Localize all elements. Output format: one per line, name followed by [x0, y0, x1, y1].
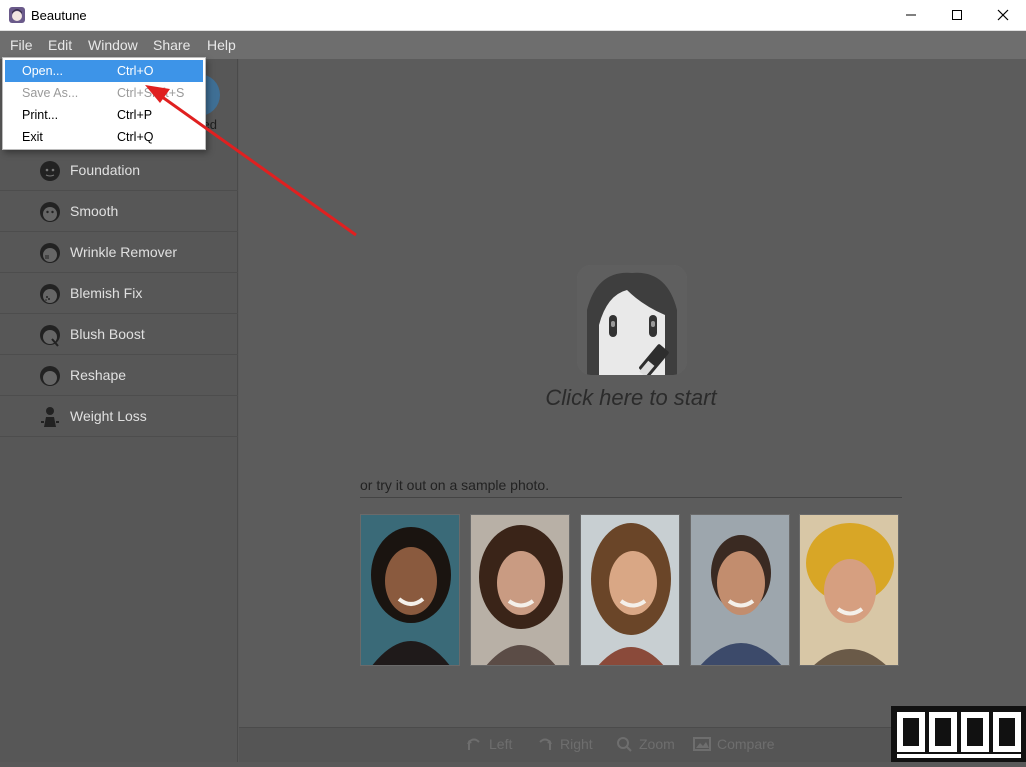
rotate-left-icon: [467, 738, 480, 750]
tool-label: Smooth: [70, 203, 119, 219]
tool-blemish-fix[interactable]: Blemish Fix: [0, 274, 238, 314]
compare-label: Compare: [717, 736, 775, 752]
tool-wrinkle-remover[interactable]: Wrinkle Remover: [0, 233, 238, 273]
menu-item-label: Exit: [22, 130, 43, 144]
tool-label: Weight Loss: [70, 408, 147, 424]
sample-photo-3[interactable]: [580, 514, 680, 666]
rotate-right-label: Right: [560, 736, 593, 752]
maximize-icon: [952, 10, 962, 20]
tool-label: Reshape: [70, 367, 127, 383]
sample-photo-1[interactable]: [360, 514, 460, 666]
tool-label: Wrinkle Remover: [70, 244, 178, 260]
menu-item-label: Save As...: [22, 86, 79, 100]
menu-file[interactable]: File: [10, 37, 33, 53]
menu-item-print[interactable]: Print... Ctrl+P: [5, 104, 203, 126]
close-icon: [997, 9, 1009, 21]
menu-item-exit[interactable]: Exit Ctrl+Q: [5, 126, 203, 148]
tool-reshape[interactable]: Reshape: [0, 356, 238, 396]
rotate-left-button[interactable]: Left: [465, 736, 512, 752]
menu-share[interactable]: Share: [153, 37, 190, 53]
zoom-label: Zoom: [639, 736, 675, 752]
compare-icon: [693, 737, 711, 751]
sample-photo-5[interactable]: [799, 514, 899, 666]
tool-label: Blush Boost: [70, 326, 145, 342]
beautune-face-icon: [577, 265, 687, 375]
window-title: Beautune: [31, 8, 87, 23]
file-dropdown-menu: Open... Ctrl+O Save As... Ctrl+Shift+S P…: [2, 57, 206, 150]
menu-help[interactable]: Help: [207, 37, 236, 53]
title-bar: Beautune: [0, 0, 1026, 31]
start-button[interactable]: Click here to start: [538, 265, 724, 415]
menu-window[interactable]: Window: [88, 37, 138, 53]
divider: [360, 497, 902, 498]
tool-label: Foundation: [70, 162, 141, 178]
menu-item-label: Open...: [22, 64, 63, 78]
menu-item-shortcut: Ctrl+O: [117, 64, 154, 78]
rotate-right-icon: [539, 738, 552, 750]
face-wrinkle-icon: [40, 243, 60, 263]
menu-item-open[interactable]: Open... Ctrl+O: [5, 60, 203, 82]
rotate-left-label: Left: [489, 736, 513, 752]
tool-label: Blemish Fix: [70, 285, 143, 301]
sample-photo-2[interactable]: [470, 514, 570, 666]
face-smooth-icon: [40, 202, 60, 222]
start-prompt: Click here to start: [545, 385, 717, 410]
face-blush-icon: [40, 325, 60, 347]
menu-item-save-as[interactable]: Save As... Ctrl+Shift+S: [5, 82, 203, 104]
close-button[interactable]: [980, 0, 1026, 30]
sample-photo-label: or try it out on a sample photo.: [360, 477, 550, 493]
face-reshape-icon: [40, 366, 60, 386]
face-blemish-icon: [40, 284, 60, 304]
rotate-right-button[interactable]: Right: [536, 736, 593, 752]
maximize-button[interactable]: [934, 0, 980, 30]
tool-smooth[interactable]: Smooth: [0, 192, 238, 232]
menu-bar: File Edit Window Share Help: [0, 31, 1026, 59]
tool-weight-loss[interactable]: Weight Loss: [0, 397, 238, 437]
sample-photo-4[interactable]: [690, 514, 790, 666]
tool-foundation[interactable]: Foundation: [0, 151, 238, 191]
face-foundation-icon: [40, 161, 60, 181]
minimize-button[interactable]: [888, 0, 934, 30]
watermark-logo: [891, 706, 1026, 762]
menu-item-shortcut: Ctrl+Q: [117, 130, 154, 144]
zoom-icon: [617, 737, 632, 752]
menu-item-label: Print...: [22, 108, 59, 122]
menu-edit[interactable]: Edit: [48, 37, 72, 53]
app-logo-icon: [9, 7, 25, 23]
zoom-button[interactable]: Zoom: [615, 736, 675, 752]
tool-blush-boost[interactable]: Blush Boost: [0, 315, 238, 355]
menu-item-shortcut: Ctrl+Shift+S: [117, 86, 185, 100]
menu-item-shortcut: Ctrl+P: [117, 108, 153, 122]
weight-loss-icon: [41, 407, 59, 427]
minimize-icon: [906, 14, 916, 16]
compare-button[interactable]: Compare: [693, 736, 775, 752]
